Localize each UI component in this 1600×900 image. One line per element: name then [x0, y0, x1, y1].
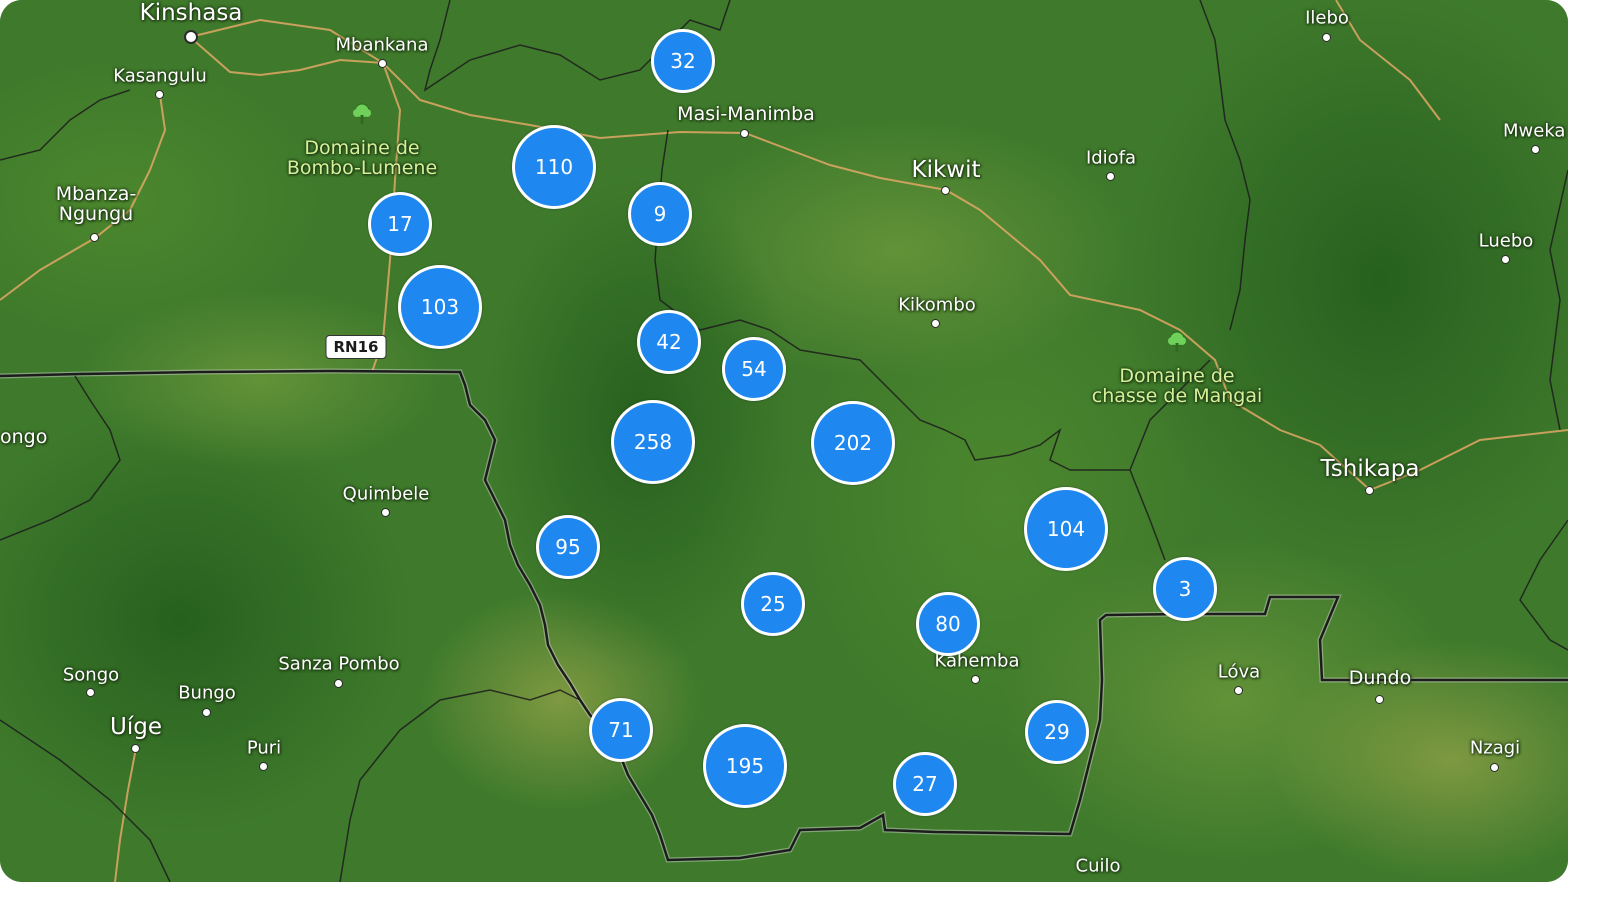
place-label-nzagi: Nzagi	[1469, 737, 1521, 759]
place-label-kinshasa: Kinshasa	[139, 0, 243, 26]
place-label-mbanza-ngungu: Mbanza- Ngungu	[55, 183, 137, 225]
place-label-mbankana: Mbankana	[335, 34, 429, 56]
cluster-marker[interactable]: 103	[398, 265, 482, 349]
cluster-marker[interactable]: 25	[741, 572, 805, 636]
town-marker	[90, 233, 99, 242]
capital-marker	[184, 30, 198, 44]
cluster-marker[interactable]: 27	[893, 752, 957, 816]
cluster-marker[interactable]: 3	[1153, 557, 1217, 621]
cluster-marker[interactable]: 42	[637, 310, 701, 374]
place-label-puri: Puri	[246, 737, 282, 759]
place-label-domaine-bombo-lumene: Domaine de Bombo-Lumene	[286, 137, 438, 179]
place-label-masi-manimba: Masi-Manimba	[677, 103, 815, 126]
town-marker	[381, 508, 390, 517]
town-marker	[941, 186, 950, 195]
town-marker	[1501, 255, 1510, 264]
place-label-ilebo: Ilebo	[1305, 7, 1349, 29]
cluster-marker[interactable]: 9	[628, 182, 692, 246]
road-shield-rn16: RN16	[325, 335, 387, 359]
place-label-luebo: Luebo	[1478, 230, 1534, 252]
town-marker	[740, 129, 749, 138]
cluster-marker[interactable]: 32	[651, 29, 715, 93]
place-label-idiofa: Idiofa	[1085, 147, 1137, 169]
place-label-uige: Uíge	[110, 713, 162, 740]
park-tree-icon	[353, 103, 371, 124]
satellite-map[interactable]: Kinshasa Mbankana Kasangulu Mbanza- Ngun…	[0, 0, 1568, 882]
place-label-ongo: ongo	[0, 426, 48, 449]
town-marker	[131, 744, 140, 753]
town-marker	[971, 675, 980, 684]
cluster-marker[interactable]: 202	[811, 401, 895, 485]
cluster-marker[interactable]: 54	[722, 337, 786, 401]
place-label-domaine-chasse-mangai: Domaine de chasse de Mangai	[1091, 365, 1263, 407]
town-marker	[1375, 695, 1384, 704]
cluster-marker[interactable]: 110	[512, 125, 596, 209]
town-marker	[1234, 686, 1243, 695]
place-label-kikwit: Kikwit	[911, 156, 981, 183]
cluster-marker[interactable]: 17	[368, 192, 432, 256]
place-label-mweka: Mweka	[1503, 120, 1566, 142]
park-tree-icon	[1168, 331, 1186, 352]
town-marker	[378, 59, 387, 68]
cluster-marker[interactable]: 258	[611, 400, 695, 484]
town-marker	[931, 319, 940, 328]
place-label-bungo: Bungo	[178, 682, 236, 704]
place-label-tshikapa: Tshikapa	[1320, 455, 1420, 482]
cluster-marker[interactable]: 80	[916, 592, 980, 656]
place-label-quimbele: Quimbele	[342, 483, 430, 505]
place-label-dundo: Dundo	[1348, 667, 1412, 690]
place-label-kikombo: Kikombo	[898, 294, 976, 316]
place-label-cuilo: Cuilo	[1075, 855, 1121, 877]
place-label-sanza-pombo: Sanza Pombo	[278, 653, 400, 675]
town-marker	[1490, 763, 1499, 772]
place-label-songo: Songo	[62, 664, 120, 686]
town-marker	[334, 679, 343, 688]
town-marker	[86, 688, 95, 697]
place-label-lova: Lóva	[1217, 661, 1261, 683]
town-marker	[1531, 145, 1540, 154]
town-marker	[1365, 486, 1374, 495]
cluster-marker[interactable]: 104	[1024, 487, 1108, 571]
cluster-marker[interactable]: 195	[703, 724, 787, 808]
cluster-marker[interactable]: 71	[589, 698, 653, 762]
cluster-marker[interactable]: 95	[536, 515, 600, 579]
town-marker	[1322, 33, 1331, 42]
place-label-kasangulu: Kasangulu	[113, 65, 207, 87]
town-marker	[259, 762, 268, 771]
town-marker	[202, 708, 211, 717]
town-marker	[155, 90, 164, 99]
cluster-marker[interactable]: 29	[1025, 700, 1089, 764]
town-marker	[1106, 172, 1115, 181]
